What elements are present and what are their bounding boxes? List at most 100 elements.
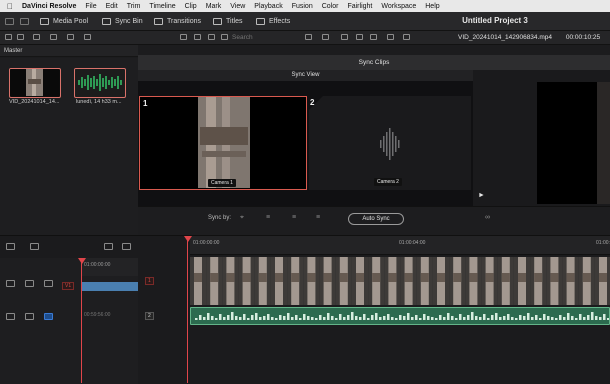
waveform-bar — [211, 316, 214, 320]
thumbnail-view-icon[interactable] — [194, 34, 201, 40]
import-icon[interactable] — [33, 34, 40, 40]
waveform-bar — [391, 317, 394, 320]
clip-info-icon[interactable] — [387, 34, 394, 40]
close-viewer-icon[interactable] — [403, 34, 410, 40]
titles-button[interactable]: Titles — [213, 12, 242, 30]
timeline-options-icon[interactable] — [122, 243, 131, 250]
metadata-view-icon[interactable] — [208, 34, 215, 40]
menu-workspace[interactable]: Workspace — [381, 3, 416, 10]
waveform-bar — [555, 318, 558, 320]
panel-layout-button[interactable] — [5, 12, 18, 30]
video-track-tag[interactable]: 1 — [145, 277, 154, 285]
panel-toggle-button[interactable] — [20, 12, 33, 30]
unlink-icon[interactable] — [84, 34, 91, 40]
mini-playhead[interactable] — [81, 258, 82, 383]
menu-timeline[interactable]: Timeline — [149, 3, 175, 10]
waveform-bar — [383, 316, 386, 320]
sync-link-icon[interactable]: ∞ — [485, 214, 495, 222]
playhead[interactable] — [187, 236, 188, 383]
bin-header[interactable]: Master — [0, 45, 138, 57]
waveform-bar — [275, 318, 278, 320]
layout-dual-icon[interactable] — [370, 34, 377, 40]
effects-button[interactable]: Effects — [256, 12, 290, 30]
waveform-bar — [451, 316, 454, 320]
layout-single-icon[interactable] — [356, 34, 363, 40]
sync-in-point-icon[interactable]: ≡ — [292, 214, 302, 222]
menu-file[interactable]: File — [85, 3, 96, 10]
sync-waveform-icon[interactable]: ⌖ — [240, 214, 250, 222]
auto-sync-button[interactable]: Auto Sync — [348, 213, 404, 225]
filmstrip-frame — [352, 257, 368, 305]
link-selection-icon[interactable] — [30, 243, 39, 250]
sync-bin-button[interactable]: Sync Bin — [102, 12, 143, 30]
menu-app-name[interactable]: DaVinci Resolve — [22, 3, 76, 10]
track-height-icon[interactable] — [6, 243, 15, 250]
menu-edit[interactable]: Edit — [106, 3, 118, 10]
filmstrip-frame — [368, 257, 385, 305]
audio-track-clip[interactable] — [190, 307, 610, 325]
sort-icon[interactable] — [221, 34, 228, 40]
waveform-bar — [583, 317, 586, 320]
audio-waveform-icon — [75, 69, 124, 96]
waveform-bar — [515, 318, 518, 320]
refresh-icon[interactable] — [322, 34, 329, 40]
filmstrip-frame — [449, 257, 466, 305]
menu-fusion[interactable]: Fusion — [292, 3, 313, 10]
menu-help[interactable]: Help — [425, 3, 439, 10]
waveform-bar — [203, 317, 206, 320]
audio-track-tag[interactable]: 2 — [145, 312, 154, 320]
search-options-icon[interactable] — [305, 34, 312, 40]
disable-track-icon[interactable] — [44, 280, 53, 287]
mini-playhead-handle[interactable] — [78, 258, 86, 264]
waveform-bar — [535, 315, 538, 320]
menu-mark[interactable]: Mark — [206, 3, 222, 10]
ruler-label-start: 01:00:00:00 — [193, 240, 220, 246]
apple-icon[interactable]:  — [7, 2, 13, 11]
back-icon[interactable] — [5, 34, 12, 40]
clip-thumbnail-audio[interactable] — [74, 68, 126, 98]
new-bin-icon[interactable] — [50, 34, 57, 40]
waveform-bar — [223, 317, 226, 320]
waveform-bar — [395, 318, 398, 320]
clip-thumbnail-video[interactable] — [9, 68, 61, 98]
search-field[interactable] — [232, 31, 298, 44]
snapping-icon[interactable] — [6, 313, 15, 320]
link-icon[interactable] — [67, 34, 74, 40]
waveform-bar — [603, 314, 606, 320]
angle-2-tile[interactable]: 2 Camera 2 — [309, 96, 471, 190]
filmstrip-frame — [206, 257, 223, 305]
list-view-icon[interactable] — [180, 34, 187, 40]
menu-view[interactable]: View — [230, 3, 245, 10]
transitions-button[interactable]: Transitions — [154, 12, 201, 30]
filmstrip-frame — [319, 257, 336, 305]
waveform-bar — [359, 317, 362, 320]
waveform-bar — [195, 318, 198, 320]
lock-track-icon[interactable] — [6, 280, 15, 287]
sync-timecode-icon[interactable]: ≡ — [266, 214, 276, 222]
menu-clip[interactable]: Clip — [185, 3, 197, 10]
menu-color[interactable]: Color — [322, 3, 339, 10]
waveform-bar — [411, 317, 414, 320]
video-track-clip[interactable] — [190, 257, 610, 305]
angle-1-tile[interactable]: 1 Camera 1 — [139, 96, 307, 190]
flag-icon[interactable] — [44, 313, 53, 320]
menu-fairlight[interactable]: Fairlight — [347, 3, 372, 10]
search-input[interactable] — [232, 31, 298, 44]
mini-timeline-clip[interactable] — [82, 282, 138, 291]
viewer-mode-icon[interactable] — [341, 34, 348, 40]
waveform-bar — [443, 317, 446, 320]
auto-select-icon[interactable] — [25, 280, 34, 287]
sync-view-title: Sync View — [138, 70, 473, 81]
playhead-handle[interactable] — [184, 236, 192, 242]
razor-icon[interactable] — [25, 313, 34, 320]
timeline-view-icon[interactable] — [104, 243, 113, 250]
play-icon[interactable]: ► — [478, 192, 486, 200]
menu-trim[interactable]: Trim — [127, 3, 141, 10]
media-pool-button[interactable]: Media Pool — [40, 12, 88, 30]
menu-playback[interactable]: Playback — [254, 3, 282, 10]
sync-out-point-icon[interactable]: ≡ — [316, 214, 326, 222]
waveform-bar — [563, 317, 566, 320]
waveform-bar — [431, 317, 434, 320]
forward-icon[interactable] — [17, 34, 24, 40]
waveform-bar — [547, 316, 550, 320]
